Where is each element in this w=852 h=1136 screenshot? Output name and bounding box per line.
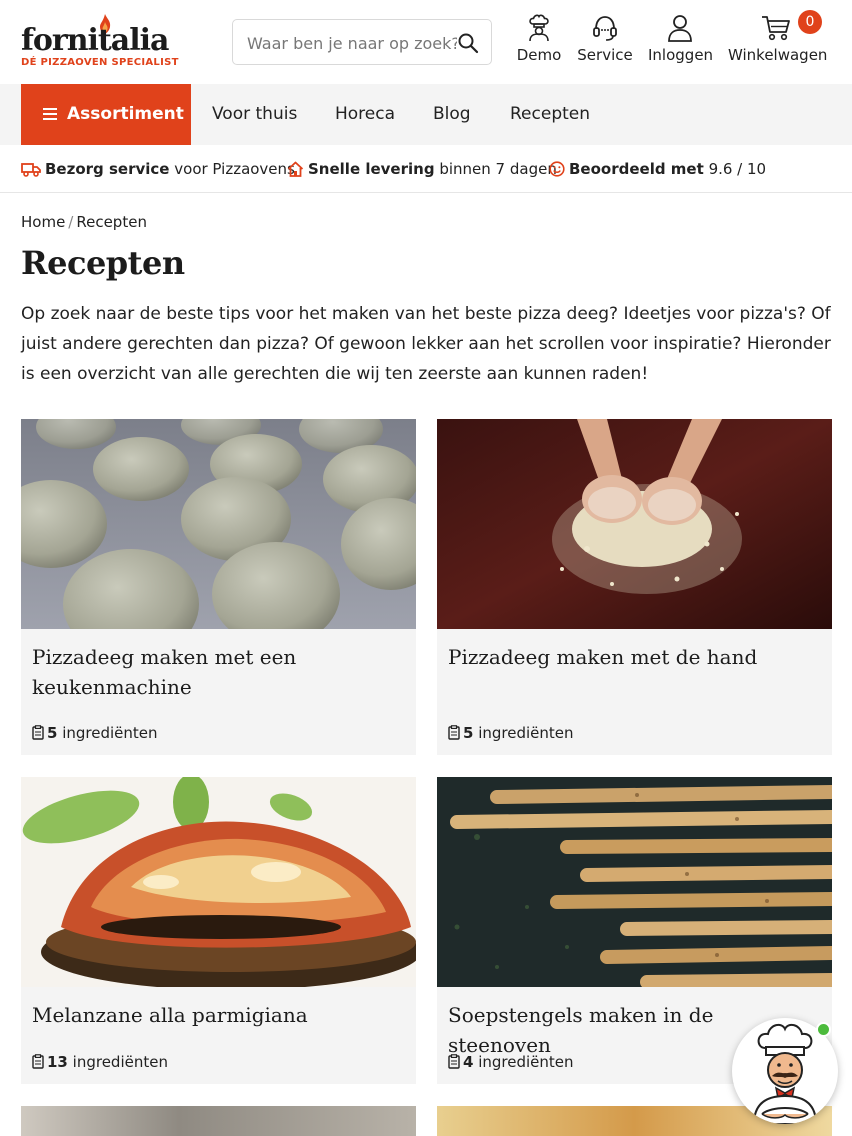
search-icon[interactable] bbox=[457, 32, 479, 54]
usp-bar: Bezorg service voor Pizzaovens Snelle le… bbox=[0, 145, 852, 193]
recipe-card[interactable]: Pizzadeeg maken met een keukenmachine 5 … bbox=[21, 419, 416, 755]
recipe-card-partial[interactable] bbox=[21, 1106, 416, 1136]
home-icon bbox=[287, 161, 304, 177]
user-icon bbox=[668, 15, 692, 42]
nav-item-recepten[interactable]: Recepten bbox=[510, 84, 590, 145]
ingredient-count: 4 ingrediënten bbox=[448, 1053, 574, 1071]
ingredient-count: 13 ingrediënten bbox=[32, 1053, 168, 1071]
breadsticks-photo[interactable] bbox=[437, 777, 832, 987]
page-intro: Op zoek naar de beste tips voor het make… bbox=[21, 304, 831, 384]
service-button[interactable]: Service bbox=[577, 14, 633, 70]
usp-fast-shipping: Snelle levering binnen 7 dagen bbox=[287, 160, 557, 178]
recipe-title[interactable]: Pizzadeeg maken met een keukenmachine bbox=[32, 642, 402, 702]
headset-icon bbox=[593, 16, 617, 41]
login-button[interactable]: Inloggen bbox=[648, 14, 714, 70]
usp-delivery-bold: Bezorg service bbox=[45, 160, 170, 178]
assortment-label: Assortiment bbox=[67, 104, 184, 124]
breadcrumb-home[interactable]: Home bbox=[21, 213, 65, 231]
recipe-title[interactable]: Melanzane alla parmigiana bbox=[32, 1000, 402, 1030]
nav-item-voor-thuis[interactable]: Voor thuis bbox=[212, 84, 297, 145]
melanzane-photo[interactable] bbox=[21, 777, 416, 987]
ingredient-unit: ingrediënten bbox=[62, 724, 158, 742]
clipboard-icon bbox=[448, 1054, 460, 1069]
menu-icon bbox=[43, 108, 57, 120]
ingredient-count: 5 ingrediënten bbox=[448, 724, 574, 742]
ingredient-number: 5 bbox=[47, 724, 58, 742]
breadcrumb-current: Recepten bbox=[76, 213, 147, 231]
usp-rating: Beoordeeld met 9.6 / 10 bbox=[549, 160, 766, 178]
cart-icon bbox=[762, 16, 790, 41]
clipboard-icon bbox=[32, 1054, 44, 1069]
recipe-card[interactable]: Melanzane alla parmigiana 13 ingrediënte… bbox=[21, 777, 416, 1084]
recipe-card[interactable]: Pizzadeeg maken met de hand 5 ingrediënt… bbox=[437, 419, 832, 755]
breadcrumb-separator: / bbox=[68, 213, 74, 231]
logo-tagline: DÉ PIZZAOVEN SPECIALIST bbox=[21, 57, 179, 68]
smiley-icon bbox=[549, 161, 565, 177]
search-input[interactable] bbox=[247, 31, 457, 55]
usp-rating-bold: Beoordeeld met bbox=[569, 160, 704, 178]
dough-balls-photo[interactable] bbox=[21, 419, 416, 629]
ingredient-unit: ingrediënten bbox=[72, 1053, 168, 1071]
cart-count-badge: 0 bbox=[798, 10, 822, 34]
usp-delivery: Bezorg service voor Pizzaovens bbox=[21, 160, 295, 178]
service-label: Service bbox=[577, 46, 633, 64]
login-label: Inloggen bbox=[648, 46, 714, 64]
search-box bbox=[232, 19, 492, 65]
cart-label: Winkelwagen bbox=[728, 46, 828, 64]
logo-wordmark: fornitalia bbox=[21, 23, 169, 58]
ingredient-count: 5 ingrediënten bbox=[32, 724, 158, 742]
usp-fast-shipping-bold: Snelle levering bbox=[308, 160, 435, 178]
ingredient-number: 5 bbox=[463, 724, 474, 742]
site-header: fornitalia DÉ PIZZAOVEN SPECIALIST Demo … bbox=[0, 0, 852, 84]
logo[interactable]: fornitalia DÉ PIZZAOVEN SPECIALIST bbox=[21, 14, 186, 72]
page-title: Recepten bbox=[21, 244, 185, 282]
usp-delivery-text: voor Pizzaovens bbox=[174, 160, 295, 178]
ingredient-number: 4 bbox=[463, 1053, 474, 1071]
usp-fast-shipping-text: binnen 7 dagen bbox=[439, 160, 557, 178]
ingredient-unit: ingrediënten bbox=[478, 724, 574, 742]
clipboard-icon bbox=[448, 725, 460, 740]
demo-button[interactable]: Demo bbox=[512, 14, 566, 70]
nav-item-horeca[interactable]: Horeca bbox=[335, 84, 395, 145]
kneading-dough-photo[interactable] bbox=[437, 419, 832, 629]
truck-icon bbox=[21, 163, 41, 177]
clipboard-icon bbox=[32, 725, 44, 740]
breadcrumb: Home / Recepten bbox=[21, 213, 147, 231]
chef-icon bbox=[529, 14, 549, 42]
recipe-title[interactable]: Pizzadeeg maken met de hand bbox=[448, 642, 818, 672]
ingredient-number: 13 bbox=[47, 1053, 68, 1071]
usp-rating-score: 9.6 / 10 bbox=[708, 160, 767, 178]
main-nav: Assortiment Voor thuis Horeca Blog Recep… bbox=[0, 84, 852, 145]
demo-label: Demo bbox=[516, 46, 562, 64]
ingredient-unit: ingrediënten bbox=[478, 1053, 574, 1071]
assortment-menu-button[interactable]: Assortiment bbox=[21, 84, 191, 145]
nav-item-blog[interactable]: Blog bbox=[433, 84, 471, 145]
online-status-dot bbox=[816, 1022, 831, 1037]
